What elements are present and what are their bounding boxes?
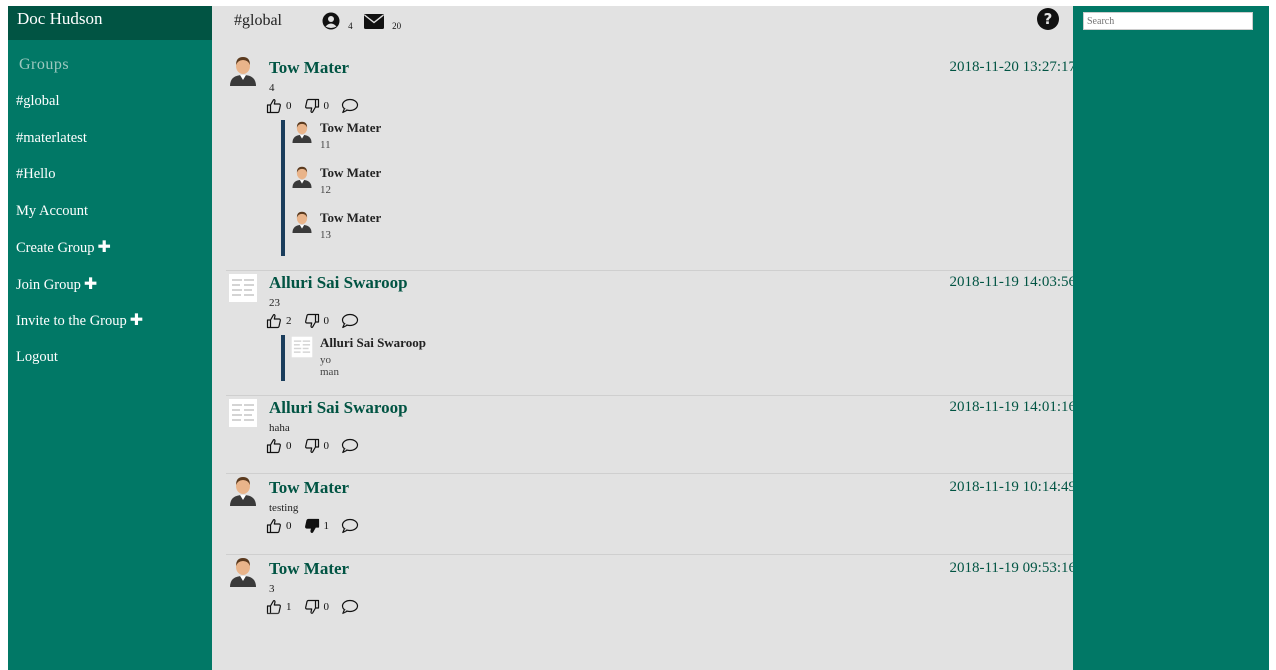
sidebar-item-create-group[interactable]: Create Group ✚ <box>8 229 212 266</box>
post-timestamp: 2018-11-19 09:53:16 <box>949 560 1073 576</box>
app: Doc Hudson Groups #global #materlatest #… <box>8 6 1269 670</box>
channel-header: #global 4 20 ? <box>212 6 1073 40</box>
reply-author[interactable]: Tow Mater <box>320 165 381 181</box>
question-circle-icon[interactable]: ? <box>1037 8 1059 30</box>
members-stat[interactable]: 4 <box>322 12 353 31</box>
sidebar-item-join-group[interactable]: Join Group ✚ <box>8 266 212 303</box>
reply-body: yo man <box>320 354 339 378</box>
reply-body: 12 <box>320 184 331 196</box>
person-avatar-icon[interactable] <box>291 121 313 143</box>
person-avatar-icon[interactable] <box>291 211 313 233</box>
post-body: haha <box>269 422 290 434</box>
post-timestamp: 2018-11-19 10:14:49 <box>949 479 1073 495</box>
search-input[interactable] <box>1083 12 1253 30</box>
post-author[interactable]: Tow Mater <box>269 58 349 78</box>
post-actions: 0 0 <box>266 98 359 114</box>
post: Alluri Sai Swaroop 2018-11-19 14:01:16 h… <box>226 395 1073 396</box>
post-body: testing <box>269 502 299 514</box>
post: Tow Mater 2018-11-19 10:14:49 testing 0 … <box>226 473 1073 474</box>
reply-author[interactable]: Alluri Sai Swaroop <box>320 335 426 351</box>
reply-author[interactable]: Tow Mater <box>320 120 381 136</box>
comment-icon[interactable] <box>341 518 359 534</box>
thumbs-up-icon[interactable] <box>266 438 282 454</box>
sidebar-item-label: Create Group <box>16 240 95 256</box>
dislike-count: 0 <box>323 315 330 327</box>
post-timestamp: 2018-11-20 13:27:17 <box>949 59 1073 75</box>
post-body: 3 <box>269 583 275 595</box>
sidebar-item-label: Logout <box>16 348 58 365</box>
thumbs-down-icon[interactable] <box>304 313 320 329</box>
post-author[interactable]: Alluri Sai Swaroop <box>269 398 408 418</box>
sidebar-item-label: #materlatest <box>16 129 87 146</box>
sidebar-item-label: Invite to the Group <box>16 313 127 329</box>
comment-icon[interactable] <box>341 313 359 329</box>
sidebar-nav: #global #materlatest #Hello My Account C… <box>8 83 212 375</box>
sidebar-item-my-account[interactable]: My Account <box>8 193 212 230</box>
like-count: 2 <box>286 315 292 327</box>
like-count: 0 <box>286 440 292 452</box>
reply-thread: Alluri Sai Swaroop yo man <box>281 335 426 381</box>
like-count: 0 <box>286 100 292 112</box>
sidebar-item-hello[interactable]: #Hello <box>8 156 212 193</box>
post-author[interactable]: Tow Mater <box>269 559 349 579</box>
thumbs-up-icon[interactable] <box>266 98 282 114</box>
post-timestamp: 2018-11-19 14:03:56 <box>949 274 1073 290</box>
comment-icon[interactable] <box>341 438 359 454</box>
comment-icon[interactable] <box>341 98 359 114</box>
thumbs-down-solid-icon[interactable] <box>304 518 320 534</box>
sidebar-item-global[interactable]: #global <box>8 83 212 120</box>
person-avatar-icon[interactable] <box>291 166 313 188</box>
dislike-count: 0 <box>323 440 330 452</box>
person-avatar-icon[interactable] <box>228 56 258 86</box>
thumbs-down-icon[interactable] <box>304 438 320 454</box>
post-author[interactable]: Tow Mater <box>269 478 349 498</box>
sidebar-item-invite-to-group[interactable]: Invite to the Group ✚ <box>8 302 212 339</box>
sidebar-item-label: #Hello <box>16 166 56 182</box>
person-avatar-icon[interactable] <box>228 557 258 587</box>
post-body: 4 <box>269 82 275 94</box>
members-count: 4 <box>348 21 353 31</box>
plus-icon: ✚ <box>129 310 144 329</box>
sidebar-item-label: #global <box>16 93 60 109</box>
post: Alluri Sai Swaroop 2018-11-19 14:03:56 2… <box>226 270 1073 381</box>
post-author[interactable]: Alluri Sai Swaroop <box>269 273 408 293</box>
feed-scroll-fade <box>212 612 1073 670</box>
sidebar-item-label: My Account <box>16 202 89 219</box>
channel-title: #global <box>234 12 282 29</box>
post-actions: 0 1 <box>266 518 359 534</box>
dislike-count: 1 <box>323 520 330 532</box>
like-count: 0 <box>286 520 292 532</box>
messages-stat[interactable]: 20 <box>364 12 401 31</box>
document-avatar-icon[interactable] <box>228 273 258 303</box>
right-panel <box>1073 6 1269 670</box>
post-body: 23 <box>269 297 280 309</box>
sidebar-item-materlatest[interactable]: #materlatest <box>8 120 212 157</box>
groups-heading: Groups <box>19 56 70 73</box>
thumbs-up-icon[interactable] <box>266 313 282 329</box>
post-timestamp: 2018-11-19 14:01:16 <box>949 399 1073 415</box>
thumbs-up-icon[interactable] <box>266 518 282 534</box>
reply-body: 13 <box>320 229 331 241</box>
messages-count: 20 <box>392 21 402 31</box>
sidebar: Doc Hudson Groups #global #materlatest #… <box>8 6 212 670</box>
reply-body: 11 <box>320 139 331 151</box>
plus-icon: ✚ <box>97 237 111 256</box>
document-avatar-icon[interactable] <box>228 398 258 428</box>
document-avatar-icon[interactable] <box>291 336 313 358</box>
post-actions: 0 0 <box>266 438 359 454</box>
plus-icon: ✚ <box>83 273 98 293</box>
post: Tow Mater 2018-11-19 09:53:16 3 1 0 <box>226 554 1073 555</box>
main-feed: #global 4 20 ? Tow Mater 2018-11-20 13:2… <box>212 6 1073 670</box>
person-avatar-icon[interactable] <box>228 476 258 506</box>
envelope-icon <box>364 12 389 31</box>
thumbs-down-icon[interactable] <box>304 98 320 114</box>
user-circle-icon <box>322 12 345 31</box>
post-actions: 2 0 <box>266 313 359 329</box>
current-user-name[interactable]: Doc Hudson <box>8 6 212 40</box>
sidebar-item-logout[interactable]: Logout <box>8 339 212 376</box>
reply-thread: Tow Mater 11 Tow Mater 12 Tow Mater 13 <box>281 120 381 256</box>
reply-author[interactable]: Tow Mater <box>320 210 381 226</box>
sidebar-item-label: Join Group <box>16 276 81 293</box>
dislike-count: 0 <box>323 100 330 112</box>
